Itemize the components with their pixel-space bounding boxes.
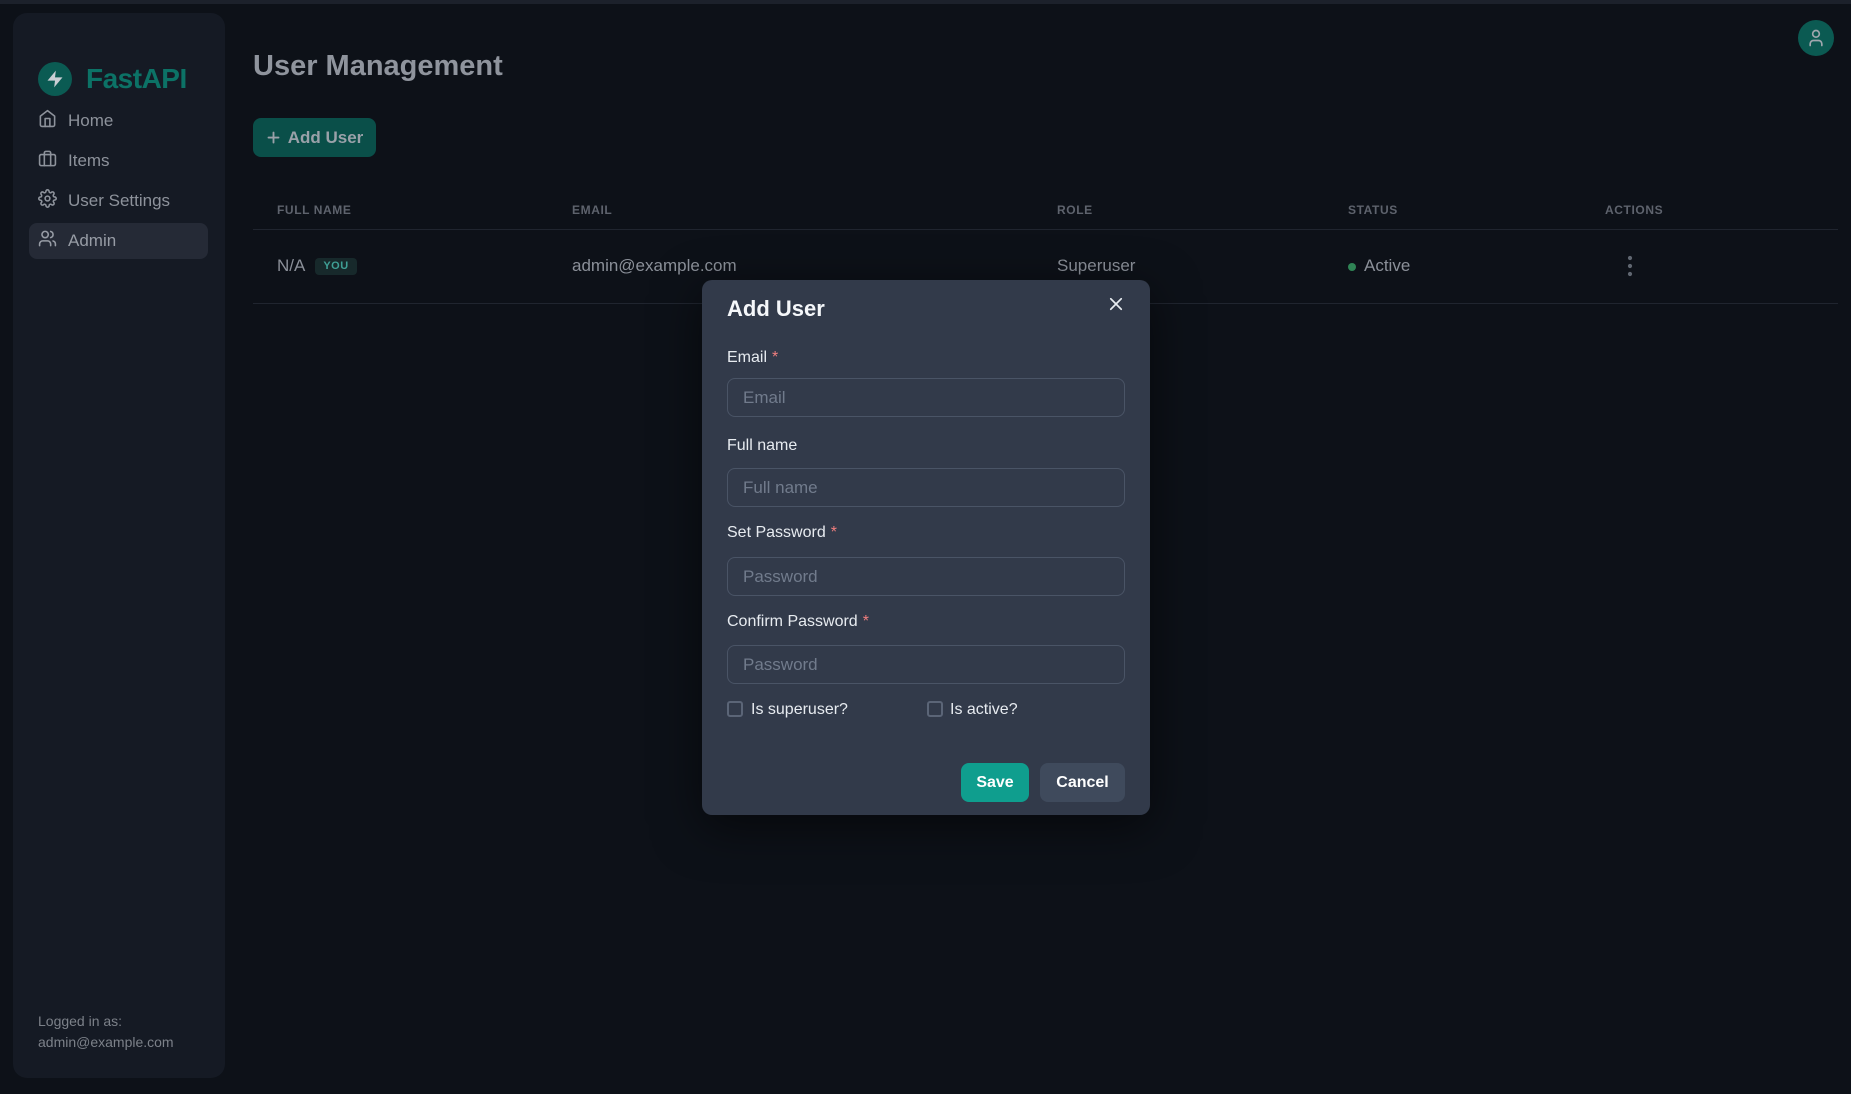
home-icon — [38, 109, 57, 133]
top-window-strip — [0, 0, 1851, 4]
users-icon — [38, 229, 57, 253]
save-button[interactable]: Save — [961, 763, 1029, 802]
is-active-label[interactable]: Is active? — [950, 700, 1018, 720]
plus-icon — [266, 130, 281, 145]
sidebar-item-label: Items — [68, 151, 110, 171]
kebab-menu-icon — [1627, 255, 1633, 277]
full-name-value: N/A — [277, 256, 305, 275]
add-user-modal: Add User Email* Full name Set Password* … — [702, 280, 1150, 815]
sidebar-item-admin[interactable]: Admin — [29, 223, 208, 259]
modal-title: Add User — [727, 296, 825, 322]
column-header-status: STATUS — [1348, 198, 1398, 222]
set-password-field-label: Set Password* — [727, 523, 837, 543]
column-header-email: EMAIL — [572, 198, 612, 222]
required-asterisk: * — [863, 613, 869, 630]
is-superuser-checkbox[interactable] — [727, 701, 743, 717]
cancel-button[interactable]: Cancel — [1040, 763, 1125, 802]
confirm-password-field[interactable] — [727, 645, 1125, 684]
column-header-full-name: FULL NAME — [277, 198, 352, 222]
status-value: Active — [1364, 256, 1410, 275]
close-icon — [1107, 295, 1125, 313]
briefcase-icon — [38, 149, 57, 173]
cell-email: admin@example.com — [572, 254, 737, 278]
is-active-checkbox[interactable] — [927, 701, 943, 717]
modal-close-button[interactable] — [1100, 288, 1132, 320]
cell-status: Active — [1348, 254, 1410, 278]
confirm-password-field-label: Confirm Password* — [727, 612, 869, 632]
sidebar-item-user-settings[interactable]: User Settings — [29, 183, 208, 219]
required-asterisk: * — [772, 349, 778, 366]
required-asterisk: * — [831, 524, 837, 541]
cell-role: Superuser — [1057, 254, 1135, 278]
sidebar: FastAPI Home Items User Settings Admin L… — [13, 13, 225, 1078]
user-icon — [1806, 28, 1826, 48]
email-field-label: Email* — [727, 348, 778, 368]
user-avatar-button[interactable] — [1798, 20, 1834, 56]
set-password-field[interactable] — [727, 557, 1125, 596]
email-field[interactable] — [727, 378, 1125, 417]
fastapi-logo-icon — [38, 62, 72, 96]
sidebar-item-home[interactable]: Home — [29, 103, 208, 139]
full-name-field-label: Full name — [727, 436, 797, 456]
gear-icon — [38, 189, 57, 213]
table-header-divider — [253, 229, 1838, 230]
sidebar-footer: Logged in as: admin@example.com — [38, 1011, 174, 1053]
logged-in-email: admin@example.com — [38, 1032, 174, 1053]
add-user-button[interactable]: Add User — [253, 118, 376, 157]
sidebar-item-label: Home — [68, 111, 113, 131]
sidebar-item-label: User Settings — [68, 191, 170, 211]
sidebar-item-label: Admin — [68, 231, 116, 251]
sidebar-item-items[interactable]: Items — [29, 143, 208, 179]
brand-logo: FastAPI — [38, 57, 187, 101]
full-name-field[interactable] — [727, 468, 1125, 507]
status-active-dot — [1348, 263, 1356, 271]
page-title: User Management — [253, 50, 503, 83]
logged-in-as-label: Logged in as: — [38, 1011, 174, 1032]
column-header-actions: ACTIONS — [1605, 198, 1663, 222]
is-superuser-label[interactable]: Is superuser? — [751, 700, 848, 720]
cell-full-name: N/A YOU — [277, 254, 357, 278]
brand-name: FastAPI — [86, 63, 187, 95]
row-actions-menu-button[interactable] — [1616, 250, 1644, 282]
you-badge: YOU — [315, 258, 356, 275]
add-user-button-label: Add User — [288, 128, 364, 148]
column-header-role: ROLE — [1057, 198, 1093, 222]
